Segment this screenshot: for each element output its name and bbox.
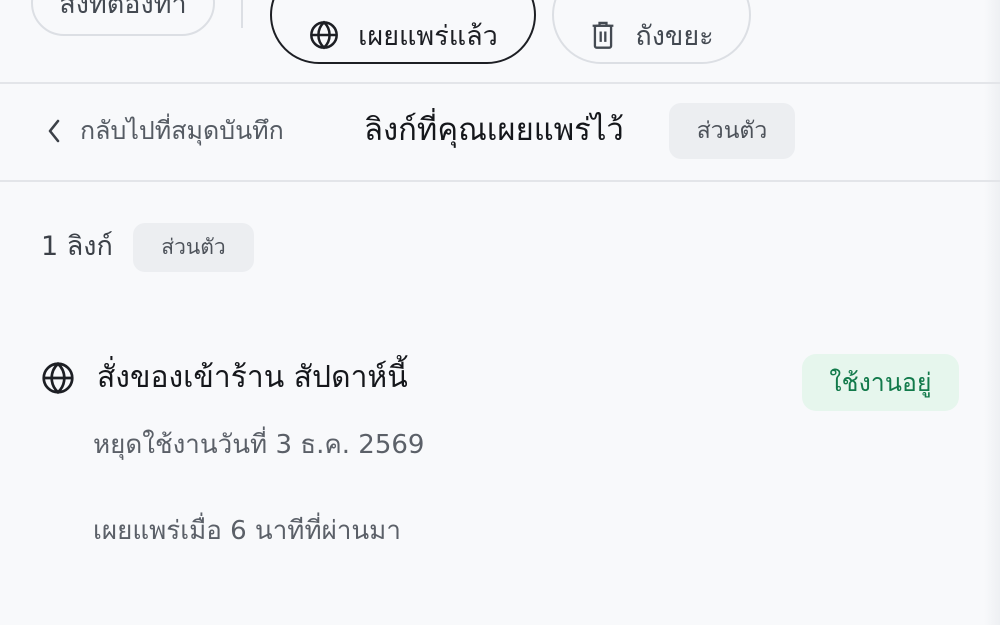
tab-trash-label: ถังขยะ <box>635 20 714 52</box>
back-to-notebook-link[interactable]: กลับไปที่สมุดบันทึก <box>46 108 284 154</box>
link-title[interactable]: สั่งของเข้าร้าน สัปดาห์นี้ <box>97 355 408 401</box>
globe-icon <box>42 361 74 395</box>
trash-icon <box>592 21 614 49</box>
tab-todo-label: สิ่งที่ต้องทำ <box>59 0 187 20</box>
page-title: ลิงก์ที่คุณเผยแพร่ไว้ <box>364 112 624 148</box>
tab-bar: สิ่งที่ต้องทำ เผยแพร่แล้ว ถังขยะ <box>0 0 1000 84</box>
page-header: กลับไปที่สมุดบันทึก ลิงก์ที่คุณเผยแพร่ไว… <box>0 84 1000 182</box>
globe-icon <box>310 20 339 50</box>
tab-divider <box>241 0 243 28</box>
tab-published[interactable]: เผยแพร่แล้ว <box>270 0 536 64</box>
chevron-left-icon <box>48 119 60 143</box>
tab-published-label: เผยแพร่แล้ว <box>358 20 498 52</box>
privacy-badge: ส่วนตัว <box>669 103 795 159</box>
back-link-label: กลับไปที่สมุดบันทึก <box>80 116 284 145</box>
status-badge: ใช้งานอยู่ <box>802 354 959 411</box>
link-count: 1 ลิงก์ <box>41 231 113 262</box>
privacy-badge-count: ส่วนตัว <box>133 223 254 272</box>
tab-trash[interactable]: ถังขยะ <box>552 0 751 64</box>
link-published-time: เผยแพร่เมื่อ 6 นาทีที่ผ่านมา <box>93 516 401 546</box>
link-expiry: หยุดใช้งานวันที่ 3 ธ.ค. 2569 <box>93 430 425 460</box>
tab-todo[interactable]: สิ่งที่ต้องทำ <box>31 0 215 36</box>
